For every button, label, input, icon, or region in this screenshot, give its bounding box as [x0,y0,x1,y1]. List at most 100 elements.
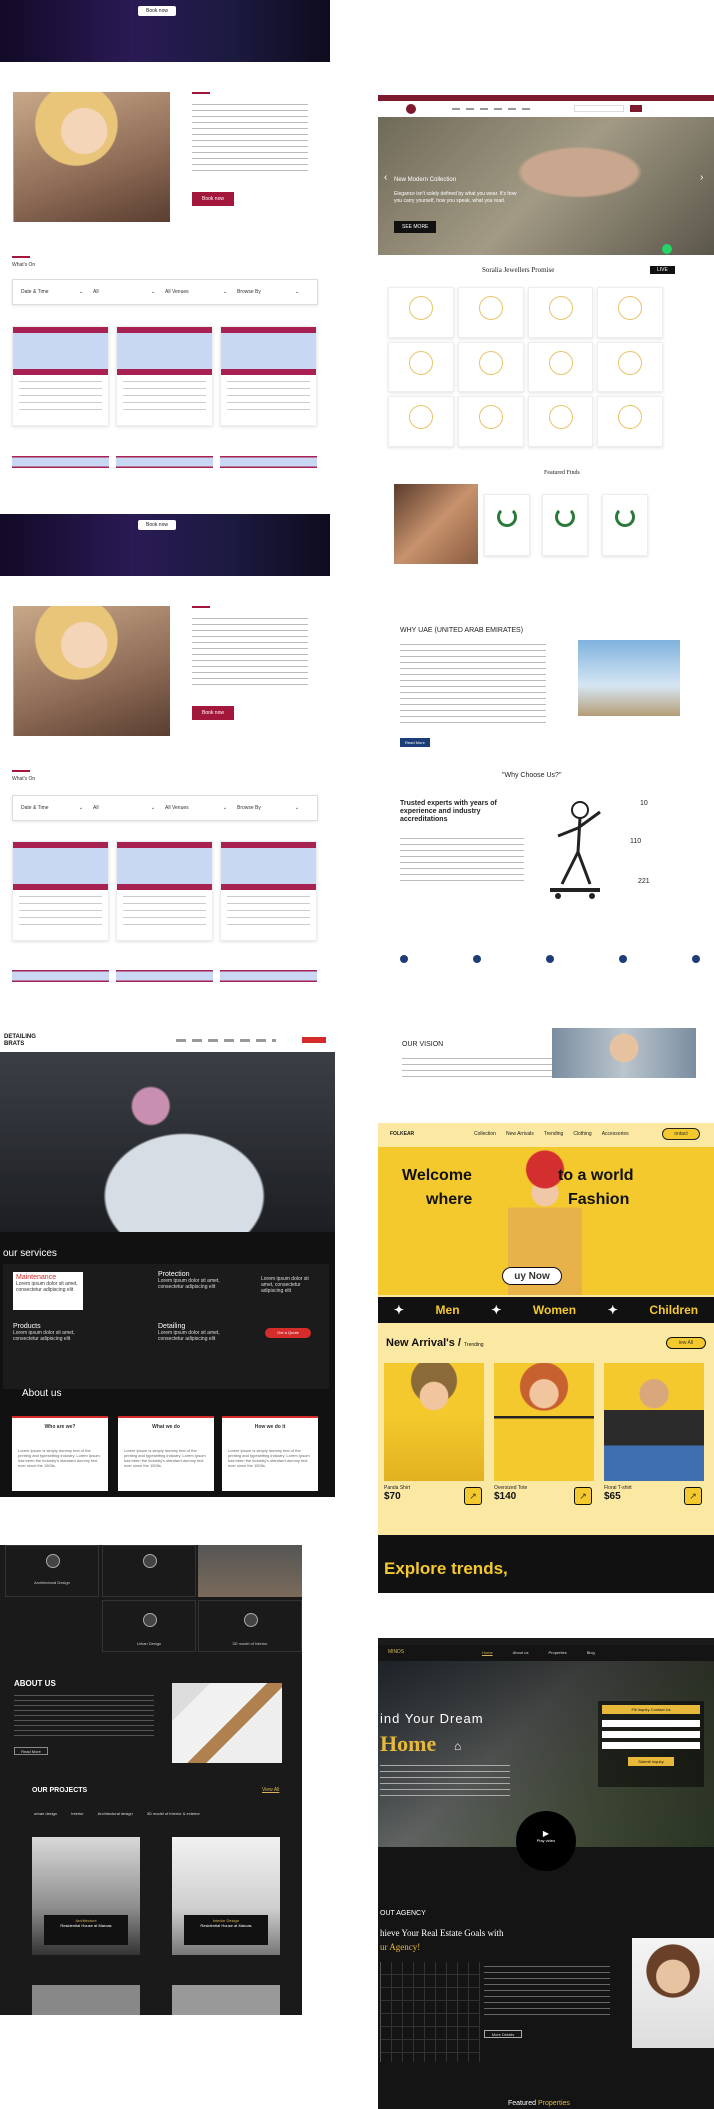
earring-icon [615,507,635,527]
service-products[interactable]: Products Lorem ipsum dolor sit amet, con… [13,1323,93,1342]
arch-category[interactable]: Interior [71,1811,83,1816]
promise-icon [409,296,433,320]
jewellery-cta[interactable] [630,105,642,112]
form-submit-button[interactable]: Submit Inquiry [628,1757,674,1766]
featured-product[interactable] [484,494,530,556]
promise-item [457,287,524,338]
vision-text [402,1058,552,1080]
carousel-prev-icon[interactable]: ‹ [384,172,387,183]
add-to-cart-icon[interactable]: ↗ [684,1487,702,1505]
filter-venues[interactable]: All Venues ⌄ [165,805,237,811]
service-protection[interactable]: Protection Lorem ipsum dolor sit amet, c… [158,1271,238,1290]
add-to-cart-icon[interactable]: ↗ [464,1487,482,1505]
nav-new-arrivals[interactable]: New Arrivals [506,1131,534,1137]
carousel-next-icon[interactable]: › [700,172,703,183]
chevron-down-icon: ⌄ [150,805,155,811]
filter-date[interactable]: Date & Time ⌄ [21,805,93,811]
fashion-contact-button[interactable]: ontact [662,1128,700,1140]
event-card-1[interactable] [12,326,109,426]
form-field[interactable] [602,1742,700,1749]
event-about-book-button[interactable]: Book now [192,192,234,206]
event-card-partial [220,456,317,468]
event-hero-book-button[interactable]: Book now [138,520,176,530]
event-hero-book-button[interactable]: Book now [138,6,176,16]
filter-all[interactable]: All ⌄ [93,289,165,295]
uae-text [400,644,546,724]
featured-product[interactable] [542,494,588,556]
form-field[interactable] [602,1720,700,1727]
re-nav-properties[interactable]: Properties [548,1650,566,1655]
uae-read-more-button[interactable]: Read More [400,738,430,747]
arch-project-2[interactable]: Interior Design Residential House at Mar… [172,1837,280,1955]
strip-women[interactable]: Women [533,1303,576,1317]
event-card-2[interactable] [116,326,213,426]
arch-about-button[interactable]: Read More [14,1747,48,1755]
view-all-button[interactable]: iew All [666,1337,706,1349]
live-badge[interactable]: LIVE [650,266,675,274]
event-card-3[interactable] [220,841,317,941]
buy-now-button[interactable]: uy Now [502,1267,562,1285]
product-card-3[interactable]: Floral T-shirt $65 ↗ [604,1363,704,1513]
strip-men[interactable]: Men [436,1303,460,1317]
event-card-1[interactable] [12,841,109,941]
nav-accessories[interactable]: Accessories [602,1131,629,1137]
event-about-text [192,618,308,688]
event-about-image [13,606,170,736]
about-card-title: Who are we? [44,1424,76,1430]
arch-tile-3[interactable]: Urban Design [102,1600,196,1652]
form-title: Fill Inquiry Contact Us [602,1705,700,1714]
re-nav-home[interactable]: Home [482,1650,493,1655]
re-nav-blog[interactable]: Blog [587,1650,595,1655]
re-more-button[interactable]: More Details [484,2030,522,2038]
re-logo[interactable]: MINDS [388,1649,404,1655]
about-card-title: What we do [152,1424,180,1430]
re-nav-about[interactable]: About us [513,1650,529,1655]
product-card-2[interactable]: Oversized Tote $140 ↗ [494,1363,594,1513]
filter-browse[interactable]: Browse By ⌄ [237,805,309,811]
arch-project-1[interactable]: Architecture Residential House at Marcas [32,1837,140,1955]
jewellery-search[interactable] [574,105,624,112]
whatsapp-icon[interactable] [662,244,672,254]
filter-venues[interactable]: All Venues ⌄ [165,289,237,295]
arch-tile-4[interactable]: 3D model of Interior [198,1600,302,1652]
re-header: MINDS Home About us Properties Blog [378,1645,714,1661]
arch-tile-1[interactable]: Architectural Design [5,1545,99,1597]
jewellery-see-more-button[interactable]: SEE MORE [394,221,437,233]
arch-tile-icon [143,1554,157,1568]
event-card-text [19,896,102,930]
event-card-2[interactable] [116,841,213,941]
services-quote-button[interactable]: Get a Quote [265,1328,311,1338]
filter-browse[interactable]: Browse By ⌄ [237,289,309,295]
nav-collection[interactable]: Collection [474,1131,496,1137]
service-maintenance[interactable]: Maintenance Lorem ipsum dolor sit amet, … [13,1272,83,1310]
arch-category[interactable]: 3D model of interior & exterior [147,1811,200,1816]
arch-category[interactable]: urban design [34,1811,57,1816]
detailing-logo[interactable]: DETAILING BRATS [4,1034,54,1048]
jewellery-logo[interactable] [406,104,416,114]
re-agent-photo [632,1938,714,2048]
filter-all[interactable]: All ⌄ [93,805,165,811]
nav-clothing[interactable]: Clothing [573,1131,591,1137]
service-detailing[interactable]: Detailing Lorem ipsum dolor sit amet, co… [158,1323,238,1342]
fashion-footer: Explore trends, [378,1535,714,1593]
arch-tile-2[interactable] [102,1545,196,1597]
form-field[interactable] [602,1731,700,1738]
uae-skyline-image [578,640,680,716]
strip-children[interactable]: Children [649,1303,698,1317]
stat-2: 110 [630,838,642,845]
arch-view-all-link[interactable]: View All [262,1787,279,1793]
fashion-logo[interactable]: FOLKEAR [390,1131,414,1137]
add-to-cart-icon[interactable]: ↗ [574,1487,592,1505]
nav-trending[interactable]: Trending [544,1131,564,1137]
play-icon: ▶ [542,1829,550,1838]
arch-category[interactable]: Architectural design [98,1811,133,1816]
product-card-1[interactable]: Panda Shirt $70 ↗ [384,1363,484,1513]
feature-icon [546,955,554,963]
event-card-3[interactable] [220,326,317,426]
re-featured-title: Featured Properties [508,2100,570,2107]
featured-product[interactable] [602,494,648,556]
filter-date[interactable]: Date & Time ⌄ [21,289,93,295]
event-about-book-button[interactable]: Book now [192,706,234,720]
play-video-button[interactable]: ▶ Play video [516,1811,576,1871]
detailing-cta-button[interactable] [302,1037,326,1043]
